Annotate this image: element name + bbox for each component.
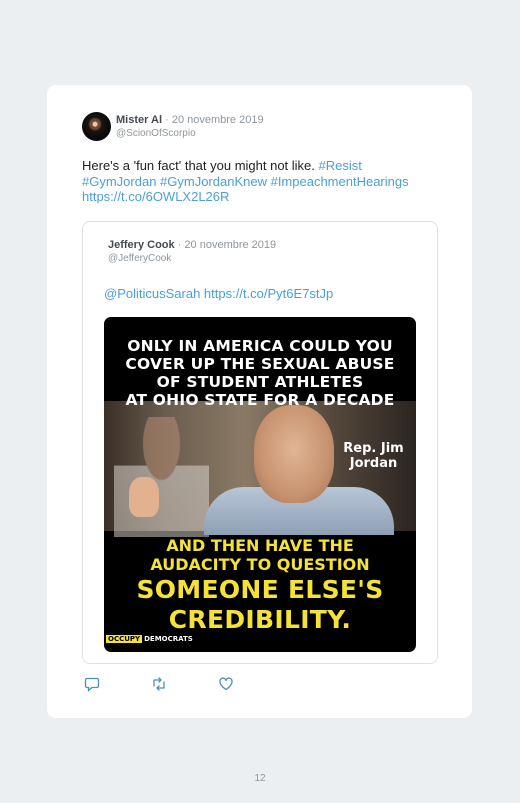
quote-media-image[interactable]: ONLY IN AMERICA COULD YOU COVER UP THE S… — [104, 317, 416, 652]
reply-icon[interactable] — [84, 676, 100, 692]
quote-handle[interactable]: @JefferyCook — [108, 253, 171, 264]
brand-logo-occupy: OCCUPY — [106, 635, 143, 643]
hashtag-resist[interactable]: #Resist — [319, 158, 362, 173]
caption-bottom-line: SOMEONE ELSE'S — [136, 575, 384, 604]
caption-bottom: SOMEONE ELSE'S CREDIBILITY. — [104, 575, 416, 635]
rep-label: Rep. Jim Jordan — [336, 441, 411, 471]
tweet-link[interactable]: https://t.co/6OWLX2L26R — [82, 189, 229, 204]
page-number: 12 — [254, 773, 266, 784]
quote-text: @PoliticusSarah https://t.co/Pyt6E7stJp — [104, 286, 333, 301]
caption-middle-line: AUDACITY TO QUESTION — [150, 555, 370, 574]
heart-icon[interactable] — [218, 676, 234, 692]
caption-top-line: COVER UP THE SEXUAL ABUSE — [125, 355, 395, 373]
caption-top: ONLY IN AMERICA COULD YOU COVER UP THE S… — [104, 337, 416, 409]
caption-top-line: ONLY IN AMERICA COULD YOU — [127, 337, 393, 355]
tweet-text: Here's a 'fun fact' that you might not l… — [82, 158, 427, 205]
subject-head — [254, 405, 334, 503]
quoted-tweet[interactable]: Jeffery Cook · 20 novembre 2019 @Jeffery… — [82, 221, 438, 664]
rep-label-line: Rep. Jim — [343, 441, 404, 456]
quote-link[interactable]: https://t.co/Pyt6E7stJp — [204, 286, 333, 301]
tweet-text-plain: Here's a 'fun fact' that you might not l… — [82, 158, 319, 173]
avatar[interactable] — [82, 112, 111, 141]
retweet-icon[interactable] — [151, 676, 167, 692]
author-name[interactable]: Mister Al — [116, 114, 162, 126]
author-line: Mister Al · 20 novembre 2019 — [116, 114, 264, 126]
caption-bottom-line: CREDIBILITY. — [168, 605, 352, 634]
brand-logo: OCCUPY DEMOCRATS — [106, 635, 193, 643]
caption-top-line: AT OHIO STATE FOR A DECADE — [125, 391, 395, 409]
tweet-date[interactable]: 20 novembre 2019 — [172, 114, 264, 126]
brand-logo-democrats: DEMOCRATS — [144, 635, 193, 643]
quote-author-name[interactable]: Jeffery Cook — [108, 239, 175, 251]
background-figure — [114, 417, 209, 537]
quote-date[interactable]: 20 novembre 2019 — [184, 239, 276, 251]
caption-middle-line: AND THEN HAVE THE — [166, 536, 354, 555]
author-handle[interactable]: @ScionOfScorpio — [116, 128, 196, 139]
caption-top-line: OF STUDENT ATHLETES — [156, 373, 364, 391]
tweet-card: Mister Al · 20 novembre 2019 @ScionOfSco… — [47, 85, 472, 718]
hashtags-line[interactable]: #GymJordan #GymJordanKnew #ImpeachmentHe… — [82, 174, 409, 189]
quote-author-line: Jeffery Cook · 20 novembre 2019 — [108, 239, 277, 251]
pointing-hand — [129, 477, 159, 517]
rep-label-line: Jordan — [349, 456, 398, 471]
caption-middle: AND THEN HAVE THE AUDACITY TO QUESTION — [104, 536, 416, 574]
quote-mention[interactable]: @PoliticusSarah — [104, 286, 200, 301]
